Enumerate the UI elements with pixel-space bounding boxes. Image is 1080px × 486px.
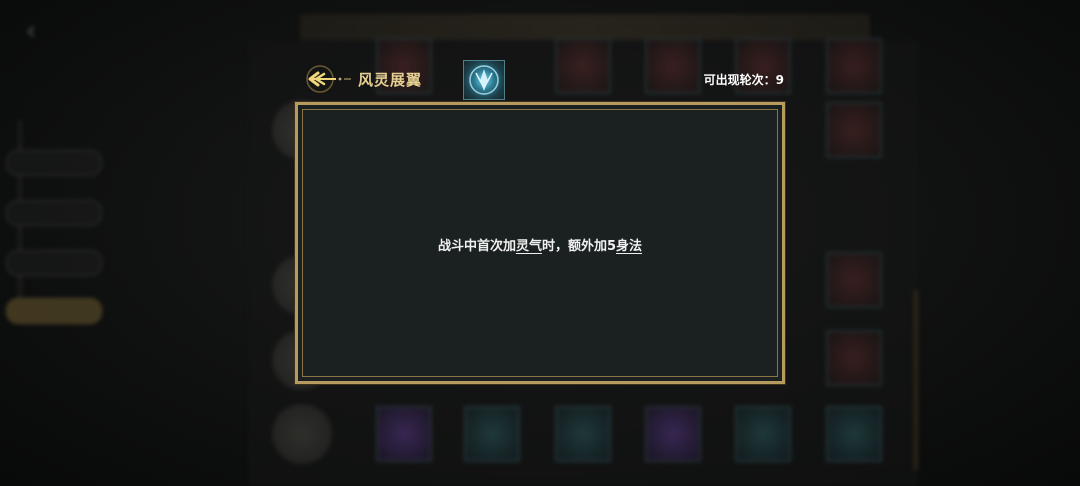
bg-skill-tile — [555, 406, 611, 462]
back-arrow-icon[interactable]: ‹ — [14, 14, 48, 48]
skill-popup-header: 风灵展翼 可出现轮次：9 — [300, 60, 786, 100]
bg-skill-tile — [826, 252, 882, 308]
bg-avatar — [272, 404, 332, 464]
skill-description: 战斗中首次加灵气时，额外加5身法 — [298, 235, 782, 254]
round-count-value: 9 — [775, 73, 784, 87]
skill-description-panel: 战斗中首次加灵气时，额外加5身法 — [295, 102, 785, 384]
bg-skill-tile — [464, 406, 520, 462]
bg-skill-tile — [826, 330, 882, 386]
game-screen: ‹ 风灵展翼 可出现轮次：9 战斗中首次加灵气时，额外加5身法 — [0, 0, 1080, 486]
round-count-text: 可出现轮次： — [703, 73, 776, 87]
skill-name: 风灵展翼 — [358, 71, 423, 89]
description-text: 战斗中首次加 — [437, 239, 516, 254]
keyword-link-shenfa[interactable]: 身法 — [616, 239, 642, 254]
wind-spirit-wing-icon — [463, 60, 505, 100]
bg-skill-tile — [376, 406, 432, 462]
keyword-link-lingqi[interactable]: 灵气 — [516, 239, 542, 254]
description-text: 时，额外加5 — [541, 239, 617, 254]
bg-skill-tile — [645, 406, 701, 462]
round-count-label: 可出现轮次：9 — [704, 71, 784, 88]
bg-side-tab[interactable] — [6, 150, 102, 176]
bg-side-tab[interactable] — [6, 200, 102, 226]
bg-side-tab[interactable] — [6, 250, 102, 276]
bg-top-bar — [300, 14, 870, 40]
winged-arrow-icon — [302, 64, 352, 94]
bg-skill-tile — [826, 102, 882, 158]
bg-skill-tile — [826, 406, 882, 462]
bg-skill-tile — [826, 38, 882, 94]
bg-skill-tile — [735, 406, 791, 462]
bg-side-tab-active[interactable] — [6, 298, 102, 324]
bg-scrollbar[interactable] — [914, 290, 918, 470]
